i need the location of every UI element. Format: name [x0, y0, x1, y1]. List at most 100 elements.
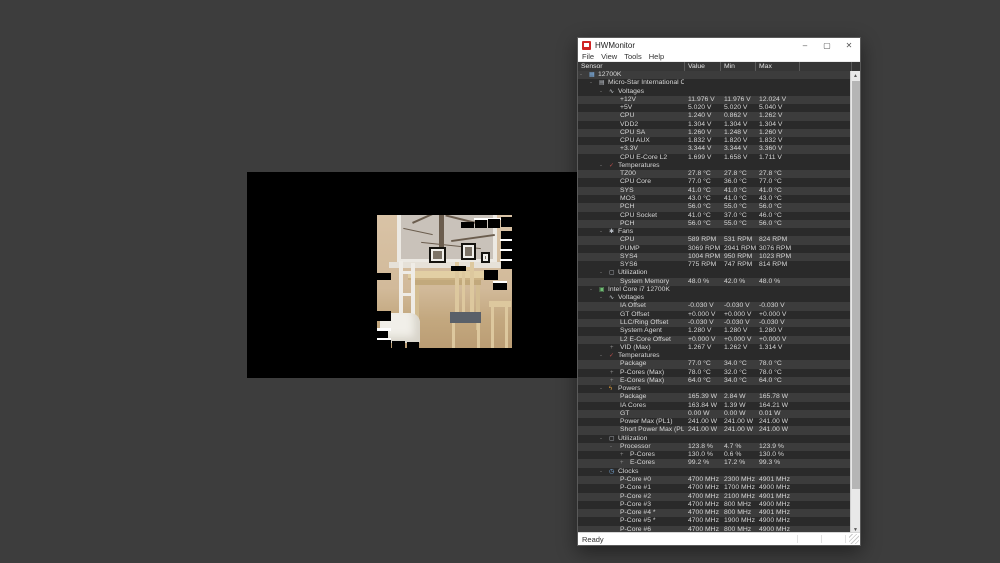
sensor-label: System Agent [620, 327, 662, 335]
maximize-button[interactable]: ▢ [816, 38, 838, 52]
collapse-icon[interactable]: - [600, 228, 602, 236]
expand-icon[interactable]: + [610, 377, 614, 385]
min-cell: 27.8 °C [724, 170, 747, 178]
menu-tools[interactable]: Tools [624, 52, 642, 62]
min-cell: 41.0 °C [724, 194, 747, 202]
column-header-extra[interactable] [800, 62, 852, 71]
collapse-icon[interactable]: - [580, 71, 582, 79]
resize-grip-icon[interactable] [849, 534, 859, 544]
table-row[interactable]: +5V 5.020 V 5.020 V 5.040 V [578, 104, 852, 113]
table-row[interactable]: PCH 56.0 °C 55.0 °C 56.0 °C [578, 219, 852, 229]
table-row[interactable]: - ✱ Fans [578, 228, 852, 237]
column-header-value[interactable]: Value [685, 62, 721, 71]
expand-icon[interactable]: + [620, 459, 624, 467]
table-row[interactable]: - ∿ Voltages [578, 87, 852, 96]
expand-icon[interactable]: + [610, 369, 614, 377]
table-row[interactable]: - ϟ Powers [578, 385, 852, 394]
table-row[interactable]: SYS 41.0 °C 41.0 °C 41.0 °C [578, 186, 852, 195]
collapse-icon[interactable]: - [600, 269, 602, 277]
table-row[interactable]: - ✓ Temperatures [578, 352, 852, 361]
column-header-sensor[interactable]: Sensor [578, 62, 685, 71]
table-row[interactable]: Package 165.39 W 2.84 W 165.78 W [578, 393, 852, 402]
table-row[interactable]: System Memory 48.0 % 42.0 % 48.0 % [578, 277, 852, 286]
table-row[interactable]: - ▦ 12700K [578, 71, 852, 80]
scroll-up-icon[interactable]: ▲ [851, 71, 860, 80]
table-row[interactable]: MOS 43.0 °C 41.0 °C 43.0 °C [578, 194, 852, 204]
table-row[interactable]: + P-Cores 130.0 % 0.6 % 130.0 % [578, 451, 852, 460]
max-cell: -0.030 V [759, 318, 785, 326]
table-row[interactable]: LLC/Ring Offset -0.030 V -0.030 V -0.030 V [578, 318, 852, 328]
table-row[interactable]: VDD2 1.304 V 1.304 V 1.304 V [578, 120, 852, 129]
table-row[interactable]: CPU 589 RPM 531 RPM 824 RPM [578, 236, 852, 245]
status-separator [797, 535, 798, 543]
table-row[interactable]: +12V 11.976 V 11.976 V 12.024 V [578, 95, 852, 105]
table-row[interactable]: IA Offset -0.030 V -0.030 V -0.030 V [578, 302, 852, 311]
collapse-icon[interactable]: - [600, 435, 602, 443]
table-row[interactable]: +3.3V 3.344 V 3.344 V 3.360 V [578, 145, 852, 154]
table-row[interactable]: CPU 1.240 V 0.862 V 1.262 V [578, 112, 852, 121]
min-cell: 1.304 V [724, 120, 748, 128]
table-row[interactable]: Short Power Max (PL2) 241.00 W 241.00 W 241… [578, 426, 852, 435]
column-header-max[interactable]: Max [756, 62, 800, 71]
max-cell: -0.030 V [759, 302, 785, 310]
table-row[interactable]: - Processor 123.8 % 4.7 % 123.9 % [578, 442, 852, 452]
table-row[interactable]: + E-Cores (Max) 64.0 °C 34.0 °C 64.0 °C [578, 376, 852, 386]
table-row[interactable]: TZ00 27.8 °C 27.8 °C 27.8 °C [578, 170, 852, 179]
table-row[interactable]: + P-Cores (Max) 78.0 °C 32.0 °C 78.0 °C [578, 368, 852, 377]
table-row[interactable]: L2 E-Core Offset +0.000 V +0.000 V +0.000 V [578, 335, 852, 344]
table-row[interactable]: GT 0.00 W 0.00 W 0.01 W [578, 409, 852, 419]
table-row[interactable]: CPU Socket 41.0 °C 37.0 °C 46.0 °C [578, 211, 852, 220]
collapse-icon[interactable]: - [600, 385, 602, 393]
table-row[interactable]: - ▢ Utilization [578, 434, 852, 443]
glitch-block [501, 241, 512, 249]
table-row[interactable]: - ✓ Temperatures [578, 161, 852, 171]
expand-icon[interactable]: + [610, 344, 614, 352]
table-row[interactable]: P-Core #2 4700 MHz 2100 MHz 4901 MHz [578, 492, 852, 501]
menu-view[interactable]: View [601, 52, 617, 62]
collapse-icon[interactable]: - [600, 294, 602, 302]
table-row[interactable]: -▤Micro-Star International Co. Ltd. P... [578, 79, 852, 88]
table-row[interactable]: CPU SA 1.260 V 1.248 V 1.260 V [578, 128, 852, 138]
table-row[interactable]: P-Core #0 4700 MHz 2300 MHz 4901 MHz [578, 476, 852, 485]
collapse-icon[interactable]: - [590, 79, 592, 87]
collapse-icon[interactable]: - [610, 443, 612, 451]
table-row[interactable]: Power Max (PL1) 241.00 W 241.00 W 241.00 W [578, 418, 852, 427]
min-cell: 34.0 °C [724, 360, 747, 368]
collapse-icon[interactable]: - [590, 286, 592, 294]
collapse-icon[interactable]: - [600, 162, 602, 170]
table-row[interactable]: PUMP 3069 RPM 2941 RPM 3076 RPM [578, 244, 852, 253]
table-row[interactable]: + VID (Max) 1.267 V 1.262 V 1.314 V [578, 343, 852, 353]
table-row[interactable]: PCH 56.0 °C 55.0 °C 56.0 °C [578, 203, 852, 212]
menu-help[interactable]: Help [649, 52, 664, 62]
scrollbar-thumb[interactable] [852, 81, 860, 489]
table-row[interactable]: IA Cores 163.84 W 1.39 W 164.21 W [578, 401, 852, 410]
table-row[interactable]: P-Core #1 4700 MHz 1700 MHz 4900 MHz [578, 484, 852, 493]
table-row[interactable]: CPU E-Core L2 1.699 V 1.658 V 1.711 V [578, 153, 852, 162]
minimize-button[interactable]: – [794, 38, 816, 52]
vertical-scrollbar[interactable]: ▲ ▼ [850, 71, 860, 534]
column-header-min[interactable]: Min [721, 62, 756, 71]
menu-file[interactable]: File [582, 52, 594, 62]
table-row[interactable]: - ∿ Voltages [578, 294, 852, 303]
table-row[interactable]: SYS4 1004 RPM 950 RPM 1023 RPM [578, 252, 852, 262]
collapse-icon[interactable]: - [600, 468, 602, 476]
table-row[interactable]: + E-Cores 99.2 % 17.2 % 99.3 % [578, 459, 852, 468]
table-row[interactable]: P-Core #3 4700 MHz 800 MHz 4900 MHz [578, 500, 852, 510]
collapse-icon[interactable]: - [600, 352, 602, 360]
collapse-icon[interactable]: - [600, 88, 602, 96]
sensor-label: Voltages [618, 294, 645, 302]
table-row[interactable]: P-Core #5 * 4700 MHz 1900 MHz 4900 MHz [578, 517, 852, 526]
table-row[interactable]: Package 77.0 °C 34.0 °C 78.0 °C [578, 360, 852, 369]
table-row[interactable]: CPU AUX 1.832 V 1.820 V 1.832 V [578, 137, 852, 146]
table-row[interactable]: GT Offset +0.000 V +0.000 V +0.000 V [578, 310, 852, 319]
close-button[interactable]: ✕ [838, 38, 860, 52]
table-row[interactable]: CPU Core 77.0 °C 36.0 °C 77.0 °C [578, 178, 852, 187]
table-row[interactable]: SYS6 775 RPM 747 RPM 814 RPM [578, 261, 852, 270]
table-row[interactable]: - ◷ Clocks [578, 467, 852, 477]
expand-icon[interactable]: + [620, 451, 624, 459]
table-row[interactable]: P-Core #4 * 4700 MHz 800 MHz 4901 MHz [578, 509, 852, 518]
table-row[interactable]: System Agent 1.280 V 1.280 V 1.280 V [578, 327, 852, 336]
table-row[interactable]: - ▢ Utilization [578, 269, 852, 278]
table-row[interactable]: - ▣ Intel Core i7 12700K [578, 285, 852, 295]
titlebar[interactable]: HWMonitor – ▢ ✕ [578, 38, 860, 52]
